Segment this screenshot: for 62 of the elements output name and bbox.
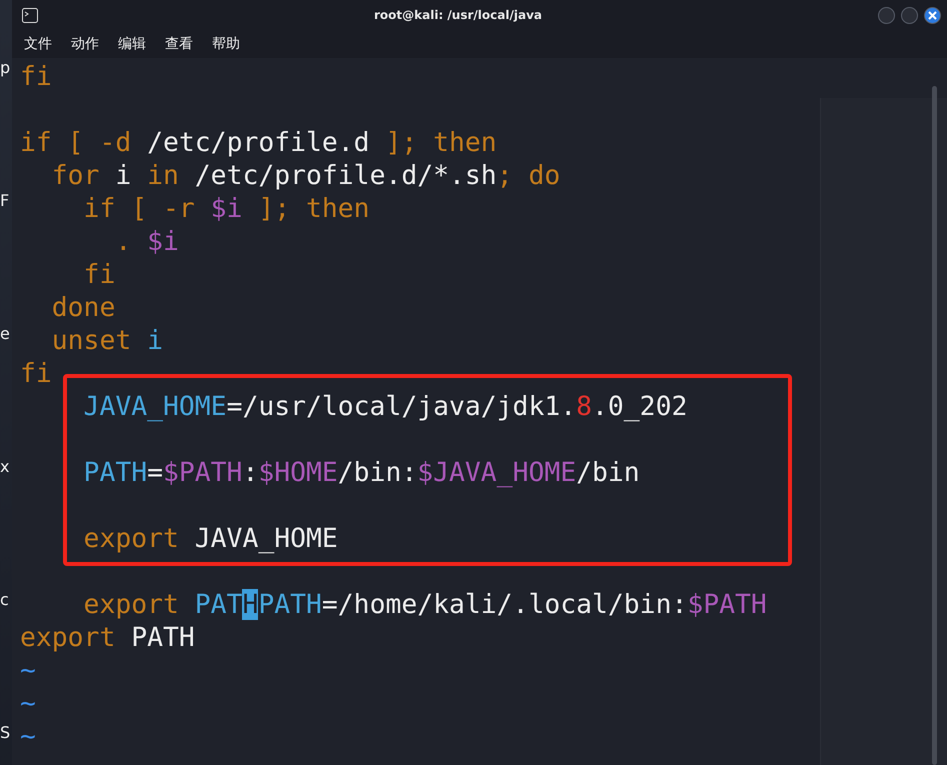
code-text: ; do — [496, 160, 560, 191]
close-button[interactable] — [924, 6, 941, 24]
code-text: ~ — [20, 688, 36, 719]
code-text: JAVA_HOME — [194, 523, 338, 554]
text-cursor: H — [242, 589, 258, 620]
code-text: . — [114, 226, 132, 257]
code-text: i — [114, 160, 132, 191]
code-text: $HOME — [258, 457, 338, 488]
code-text: if [ -r — [82, 193, 195, 224]
code-text: ]; then — [257, 193, 370, 224]
code-text: fi — [20, 61, 52, 92]
icon-label: c — [0, 590, 9, 609]
code-text: .0_202 — [592, 391, 688, 422]
maximize-button[interactable] — [901, 6, 918, 24]
code-text: for — [50, 160, 100, 191]
icon-label: e — [0, 324, 10, 343]
icon-label: x — [0, 457, 10, 476]
icon-label: F — [0, 191, 10, 210]
minimize-button[interactable] — [878, 6, 895, 24]
icon-label: S — [0, 723, 10, 742]
code-text: 8 — [576, 391, 592, 422]
code-text: /bin: — [338, 457, 418, 488]
code-text: PATH — [258, 589, 322, 620]
code-text: ]; then — [385, 127, 497, 158]
code-text: /bin — [576, 457, 640, 488]
code-text: $PATH — [163, 457, 242, 488]
code-text: i — [146, 325, 164, 356]
code-text: $i — [146, 226, 179, 257]
code-text: JAVA_HOME — [82, 391, 227, 422]
menu-item[interactable]: 编辑 — [118, 35, 146, 53]
code-text: PATH — [82, 457, 148, 488]
code-text: /etc/profile.d — [146, 127, 371, 158]
code-text: done — [50, 292, 116, 323]
icon-label: p — [0, 58, 10, 77]
code-text: $PATH — [687, 589, 767, 620]
code-text: fi — [20, 358, 52, 389]
code-text: =/usr/local/java/jdk1. — [226, 391, 576, 422]
code-text: unset — [50, 325, 132, 356]
code-text: = — [147, 457, 163, 488]
code-text: $JAVA_HOME — [417, 457, 576, 488]
code-text: $i — [210, 193, 242, 224]
menu-item[interactable]: 帮助 — [212, 35, 240, 53]
code-text: ~ — [20, 721, 36, 752]
menu-item[interactable]: 动作 — [71, 35, 99, 53]
menu-item[interactable]: 文件 — [24, 35, 52, 53]
close-icon — [928, 10, 937, 20]
code-text: fi — [82, 259, 116, 290]
code-text: PAT — [194, 589, 242, 620]
code-text: =/home/kali/.local/bin: — [322, 589, 688, 620]
terminal-icon — [22, 8, 38, 22]
code-text: export — [82, 523, 179, 554]
code-text: export — [82, 589, 179, 620]
code-text: if [ -d — [20, 127, 132, 158]
code-text: PATH — [130, 622, 195, 653]
code-text: export — [20, 622, 116, 653]
menu-item[interactable]: 查看 — [165, 35, 193, 53]
code-text: /etc/profile.d/*.sh — [194, 160, 497, 191]
code-text: in — [147, 160, 179, 191]
window-title: root@kali: /usr/local/java — [373, 8, 543, 22]
scrollbar[interactable] — [932, 86, 937, 765]
code-text: ~ — [20, 655, 36, 686]
code-text: : — [242, 457, 258, 488]
